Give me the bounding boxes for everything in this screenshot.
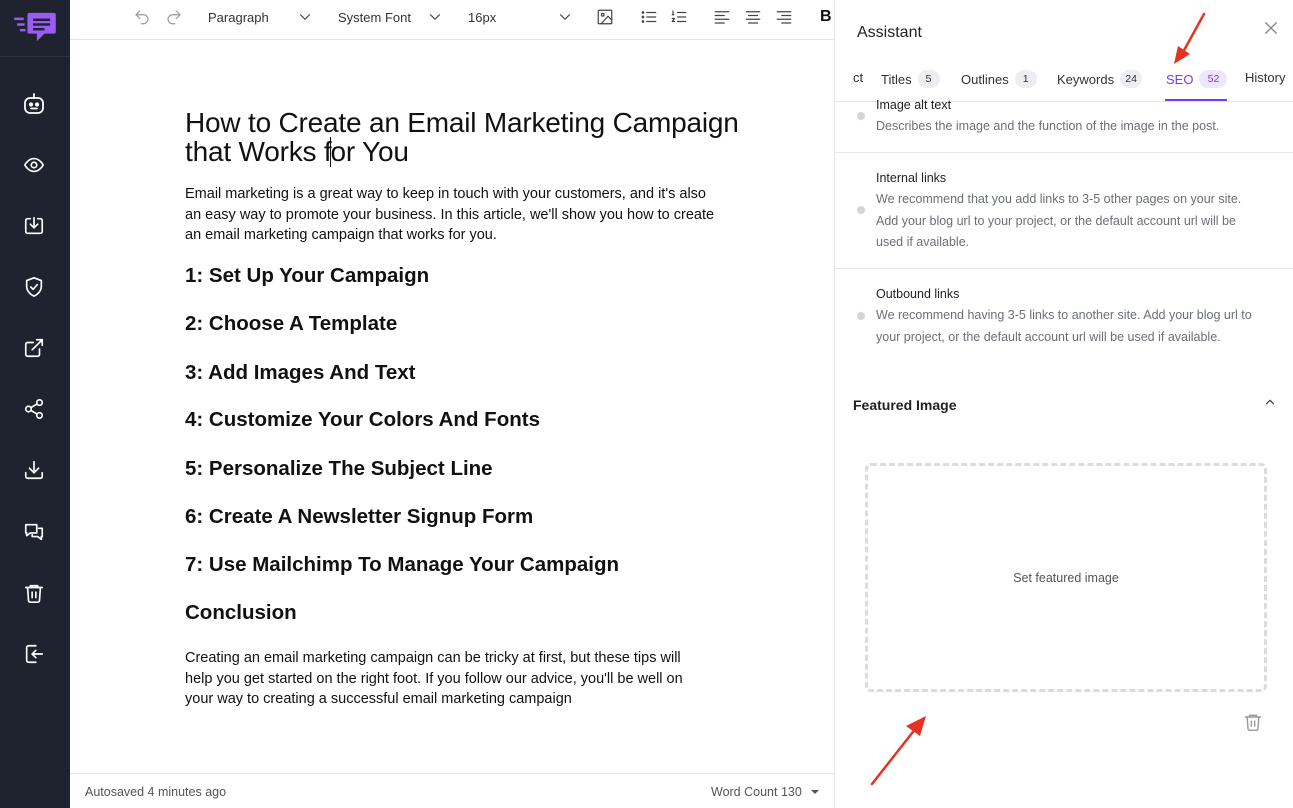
autosave-status: Autosaved 4 minutes ago	[85, 785, 227, 799]
seo-item-image-alt[interactable]: Image alt text Describes the image and t…	[835, 98, 1293, 153]
seo-item-title: Outbound links	[876, 287, 960, 301]
chevron-up-icon[interactable]	[1263, 395, 1277, 409]
bullet-list-icon[interactable]	[640, 0, 658, 34]
heading-3[interactable]: 3: Add Images And Text	[185, 361, 415, 385]
undo-icon[interactable]	[133, 0, 153, 34]
redo-icon[interactable]	[165, 0, 185, 34]
align-left-icon[interactable]	[713, 0, 731, 34]
align-right-icon[interactable]	[775, 0, 793, 34]
editor-toolbar: Paragraph System Font 16px B	[70, 0, 834, 40]
heading-7[interactable]: 7: Use Mailchimp To Manage Your Campaign	[185, 553, 619, 577]
insert-image-icon[interactable]	[596, 0, 616, 34]
chevron-down-icon	[429, 14, 441, 20]
close-icon[interactable]	[1262, 19, 1280, 37]
tab-label: Keywords	[1057, 71, 1115, 87]
panel-title: Assistant	[857, 24, 922, 41]
chevron-down-icon	[299, 14, 311, 20]
block-type-select[interactable]: Paragraph	[208, 0, 314, 34]
shield-icon[interactable]	[22, 275, 46, 299]
app-root: Paragraph System Font 16px B How to Crea…	[0, 0, 1293, 808]
seo-item-desc: We recommend having 3-5 links to another…	[876, 308, 1252, 344]
status-dot	[857, 312, 865, 320]
heading-6[interactable]: 6: Create A Newsletter Signup Form	[185, 505, 533, 529]
import-icon[interactable]	[22, 214, 46, 238]
font-family-value: System Font	[338, 9, 411, 25]
count-badge: 1	[1014, 70, 1037, 88]
tab-label: ct	[853, 70, 864, 85]
chat-icon[interactable]	[22, 520, 46, 544]
document-title[interactable]: How to Create an Email Marketing Campaig…	[185, 108, 765, 167]
trash-icon[interactable]	[22, 581, 46, 605]
tab-titles[interactable]: Titles 5	[881, 70, 940, 88]
count-badge: 52	[1199, 70, 1228, 88]
seo-item-title: Internal links	[876, 171, 947, 185]
font-size-select[interactable]: 16px	[468, 0, 574, 34]
align-center-icon[interactable]	[744, 0, 762, 34]
conclusion-paragraph[interactable]: Creating an email marketing campaign can…	[185, 648, 705, 710]
heading-1[interactable]: 1: Set Up Your Campaign	[185, 264, 429, 288]
external-link-icon[interactable]	[22, 336, 46, 360]
font-size-value: 16px	[468, 9, 497, 25]
trash-icon[interactable]	[1243, 712, 1263, 732]
document[interactable]: How to Create an Email Marketing Campaig…	[185, 108, 765, 707]
block-type-value: Paragraph	[208, 9, 269, 25]
tab-history[interactable]: History	[1245, 70, 1285, 85]
left-sidebar	[0, 0, 70, 808]
heading-2[interactable]: 2: Choose A Template	[185, 312, 397, 336]
seo-item-desc: We recommend that you add links to 3-5 o…	[876, 192, 1242, 249]
count-badge: 24	[1120, 70, 1143, 88]
assistant-panel: Assistant ct Titles 5 Outlines 1 Keywords 2…	[834, 0, 1293, 808]
numbered-list-icon[interactable]	[670, 0, 688, 34]
eye-icon[interactable]	[22, 153, 46, 177]
seo-item-desc: Describes the image and the function of …	[876, 119, 1220, 133]
caret-down-icon[interactable]	[810, 788, 820, 796]
status-dot	[857, 206, 865, 214]
font-family-select[interactable]: System Font	[338, 0, 444, 34]
logo-icon[interactable]	[0, 0, 70, 57]
assistant-tabs: ct Titles 5 Outlines 1 Keywords 24 SEO 52 Hi…	[835, 62, 1293, 102]
heading-conclusion[interactable]: Conclusion	[185, 601, 297, 625]
tab-label: History	[1245, 70, 1286, 85]
dropzone-label: Set featured image	[1013, 570, 1119, 585]
tab-label: SEO	[1166, 71, 1194, 87]
heading-4[interactable]: 4: Customize Your Colors And Fonts	[185, 408, 540, 432]
bot-icon[interactable]	[22, 92, 46, 116]
seo-item-title: Image alt text	[876, 98, 952, 112]
active-tab-indicator	[1165, 99, 1227, 101]
intro-paragraph[interactable]: Email marketing is a great way to keep i…	[185, 184, 715, 246]
tab-seo[interactable]: SEO 52	[1166, 70, 1228, 88]
title-text-1: How to Create an Email Marketing Campaig…	[185, 107, 739, 167]
tab-label: Titles	[881, 71, 912, 87]
featured-image-dropzone[interactable]: Set featured image	[865, 463, 1267, 692]
count-badge: 5	[917, 70, 940, 88]
editor-footer: Autosaved 4 minutes ago Word Count 130	[70, 773, 834, 808]
status-dot	[857, 112, 865, 120]
download-icon[interactable]	[22, 458, 46, 482]
editor-canvas[interactable]: How to Create an Email Marketing Campaig…	[70, 40, 834, 773]
bold-button[interactable]: B	[820, 0, 834, 34]
seo-item-internal-links[interactable]: Internal links We recommend that you add…	[835, 153, 1293, 269]
share-icon[interactable]	[22, 397, 46, 421]
tab-outlines[interactable]: Outlines 1	[961, 70, 1037, 88]
seo-item-outbound-links[interactable]: Outbound links We recommend having 3-5 l…	[835, 269, 1293, 349]
tab-select[interactable]: ct	[853, 70, 863, 85]
heading-5[interactable]: 5: Personalize The Subject Line	[185, 457, 493, 481]
title-text-2: or You	[330, 136, 409, 167]
featured-image-heading: Featured Image	[853, 397, 957, 413]
tab-label: Outlines	[961, 71, 1009, 87]
tab-keywords[interactable]: Keywords 24	[1057, 70, 1143, 88]
chevron-down-icon	[559, 14, 571, 20]
word-count[interactable]: Word Count 130	[711, 785, 802, 799]
logout-icon[interactable]	[22, 642, 46, 666]
